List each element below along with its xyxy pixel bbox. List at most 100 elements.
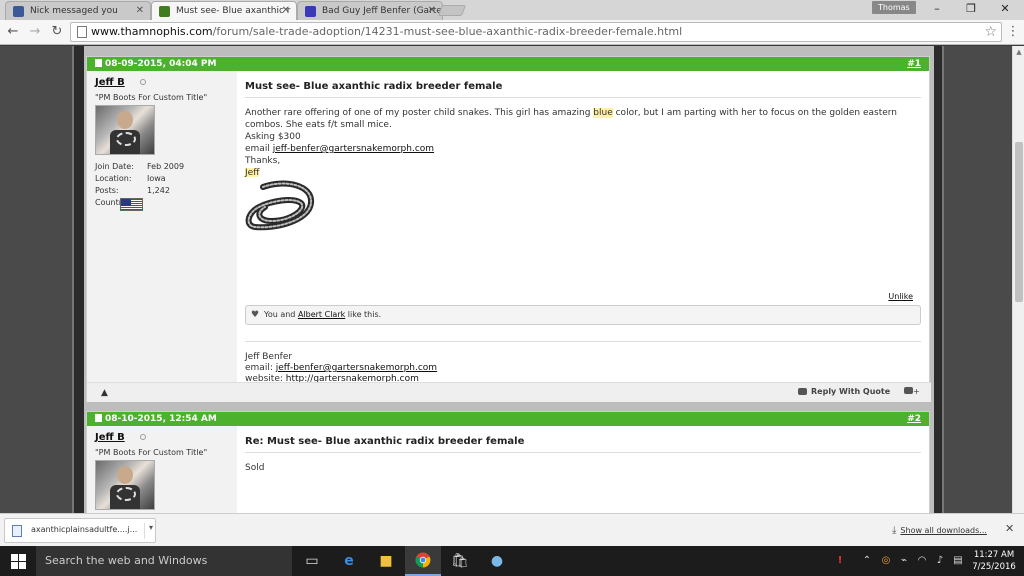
- url-domain: www.thamnophis.com: [91, 25, 213, 38]
- likes-prefix: You and: [264, 310, 298, 319]
- tab-title: Bad Guy Jeff Benfer (Garte: [322, 6, 442, 16]
- close-tab-icon[interactable]: ✕: [282, 2, 290, 20]
- close-tab-icon[interactable]: ✕: [428, 2, 436, 20]
- likes-box: ♥ You and Albert Clark like this.: [245, 305, 921, 325]
- forum-post: 08-10-2015, 12:54 AM #2 Jeff B "PM Boots…: [86, 411, 930, 514]
- post-document-icon: [95, 414, 102, 422]
- reply-with-quote-button[interactable]: Reply With Quote: [798, 387, 890, 396]
- scroll-up-arrow-icon[interactable]: ▲: [1013, 46, 1024, 58]
- minimize-button[interactable]: –: [922, 1, 952, 17]
- chrome-taskbar-icon[interactable]: [405, 546, 441, 576]
- chevron-down-icon[interactable]: ▾: [144, 523, 153, 539]
- unlike-link[interactable]: Unlike: [888, 292, 913, 301]
- snake-photo[interactable]: [245, 177, 319, 237]
- windows-taskbar: Search the web and Windows ▭ e ■ 🛍 ● ! ⌃…: [0, 546, 1024, 576]
- post-document-icon: [95, 59, 102, 67]
- us-flag-icon: [120, 198, 143, 211]
- close-tab-icon[interactable]: ✕: [136, 2, 144, 20]
- edge-browser-icon[interactable]: e: [331, 546, 367, 576]
- address-bar[interactable]: www.thamnophis.com/forum/sale-trade-adop…: [70, 22, 1002, 42]
- post-number-link[interactable]: #2: [907, 412, 921, 426]
- chrome-menu-icon[interactable]: ⋮: [1006, 24, 1020, 40]
- sig-email-label: email:: [245, 363, 276, 373]
- tab-active-forum[interactable]: Must see- Blue axanthic r ✕: [151, 1, 297, 20]
- bookmark-star-icon[interactable]: ☆: [984, 23, 997, 41]
- store-icon[interactable]: 🛍: [442, 546, 478, 576]
- email-link[interactable]: jeff-benfer@gartersnakemorph.com: [273, 144, 434, 154]
- taskbar-clock[interactable]: 11:27 AM 7/25/2016: [968, 549, 1020, 573]
- username-link[interactable]: Jeff B: [95, 432, 125, 443]
- avatar[interactable]: [95, 460, 155, 510]
- user-info-panel: Jeff B "PM Boots For Custom Title" Join …: [87, 71, 237, 383]
- browser-toolbar: ← → ↻ www.thamnophis.com/forum/sale-trad…: [0, 20, 1024, 45]
- tab-bad-guy[interactable]: Bad Guy Jeff Benfer (Garte ✕: [297, 1, 443, 20]
- user-stats: Join Date: Feb 2009 Location: Iowa Posts: 1…: [95, 162, 235, 210]
- power-icon[interactable]: ⌁: [896, 546, 912, 576]
- app-globe-icon[interactable]: ●: [479, 546, 515, 576]
- heart-icon: ♥: [251, 310, 260, 320]
- scroll-thumb[interactable]: [1015, 142, 1023, 302]
- tab-title: Nick messaged you: [30, 6, 118, 16]
- show-hidden-icons-chevron-icon[interactable]: ⌃: [860, 546, 874, 576]
- restore-button[interactable]: ❐: [956, 1, 986, 17]
- close-window-button[interactable]: ✕: [990, 1, 1020, 17]
- quote-bubble-icon: [798, 388, 807, 395]
- reload-icon[interactable]: ↻: [48, 23, 66, 41]
- highlighted-word: blue: [593, 108, 613, 118]
- username-link[interactable]: Jeff B: [95, 77, 125, 88]
- tray-app-icon[interactable]: ◎: [878, 546, 894, 576]
- action-center-icon[interactable]: ▤: [950, 546, 966, 576]
- taskbar-search-input[interactable]: Search the web and Windows: [36, 546, 292, 576]
- avatar[interactable]: [95, 105, 155, 155]
- stat-label: Location:: [95, 174, 132, 183]
- download-icon: ⤓: [892, 525, 897, 536]
- reply-label: Reply With Quote: [811, 387, 891, 396]
- likes-suffix: like this.: [345, 310, 382, 319]
- download-shelf: axanthicplainsadultfe....j... ▾ ⤓ Show al…: [0, 513, 1024, 546]
- windows-start-icon[interactable]: [0, 546, 36, 576]
- clock-date: 7/25/2016: [972, 562, 1016, 572]
- new-tab-button[interactable]: [437, 5, 467, 16]
- show-all-label: Show all downloads...: [900, 526, 987, 535]
- stat-value: 1,242: [147, 186, 170, 195]
- task-view-icon[interactable]: ▭: [294, 546, 330, 576]
- close-shelf-icon[interactable]: ✕: [1005, 522, 1014, 535]
- multi-quote-label: +: [913, 387, 920, 396]
- network-icon[interactable]: ◠: [914, 546, 930, 576]
- post-number-link[interactable]: #1: [907, 57, 921, 71]
- file-icon: [12, 525, 22, 537]
- forum-favicon-icon: [159, 6, 170, 17]
- page-favicon-icon: [305, 6, 316, 17]
- download-file-name: axanthicplainsadultfe....j...: [31, 525, 138, 534]
- file-explorer-icon[interactable]: ■: [368, 546, 404, 576]
- offline-status-icon: [140, 434, 146, 440]
- multi-quote-icon: [904, 387, 913, 394]
- user-info-panel: Jeff B "PM Boots For Custom Title": [87, 426, 237, 514]
- download-item[interactable]: axanthicplainsadultfe....j... ▾: [4, 518, 156, 543]
- facebook-icon: [13, 6, 24, 17]
- post-header: 08-09-2015, 04:04 PM #1: [87, 57, 929, 71]
- post-header: 08-10-2015, 12:54 AM #2: [87, 412, 929, 426]
- alert-notification-icon[interactable]: !: [830, 546, 850, 576]
- show-all-downloads-link[interactable]: ⤓ Show all downloads...: [892, 525, 987, 536]
- sig-email-link[interactable]: jeff-benfer@gartersnakemorph.com: [276, 363, 437, 373]
- thanks-text: Thanks,: [245, 156, 281, 166]
- body-text: Another rare offering of one of my poste…: [245, 108, 594, 118]
- volume-icon[interactable]: ♪: [932, 546, 948, 576]
- vertical-scrollbar[interactable]: ▲: [1012, 46, 1024, 513]
- tab-facebook[interactable]: Nick messaged you ✕: [5, 1, 151, 20]
- profile-button[interactable]: Thomas: [872, 1, 916, 14]
- report-warning-icon[interactable]: ▲: [101, 388, 108, 398]
- offline-status-icon: [140, 79, 146, 85]
- multi-quote-button[interactable]: +: [904, 387, 920, 397]
- back-arrow-icon[interactable]: ←: [4, 23, 22, 41]
- forward-arrow-icon[interactable]: →: [26, 23, 44, 41]
- signature: Jeff Benfer email: jeff-benfer@gartersna…: [245, 341, 921, 385]
- clock-time: 11:27 AM: [973, 550, 1015, 560]
- liker-link[interactable]: Albert Clark: [298, 310, 345, 319]
- asking-price: Asking $300: [245, 132, 301, 142]
- post-date: 08-10-2015, 12:54 AM: [105, 414, 217, 424]
- url-text: www.thamnophis.com/forum/sale-trade-adop…: [91, 25, 682, 39]
- stat-label: Posts:: [95, 186, 119, 195]
- post-footer: ▲ Reply With Quote +: [87, 382, 931, 402]
